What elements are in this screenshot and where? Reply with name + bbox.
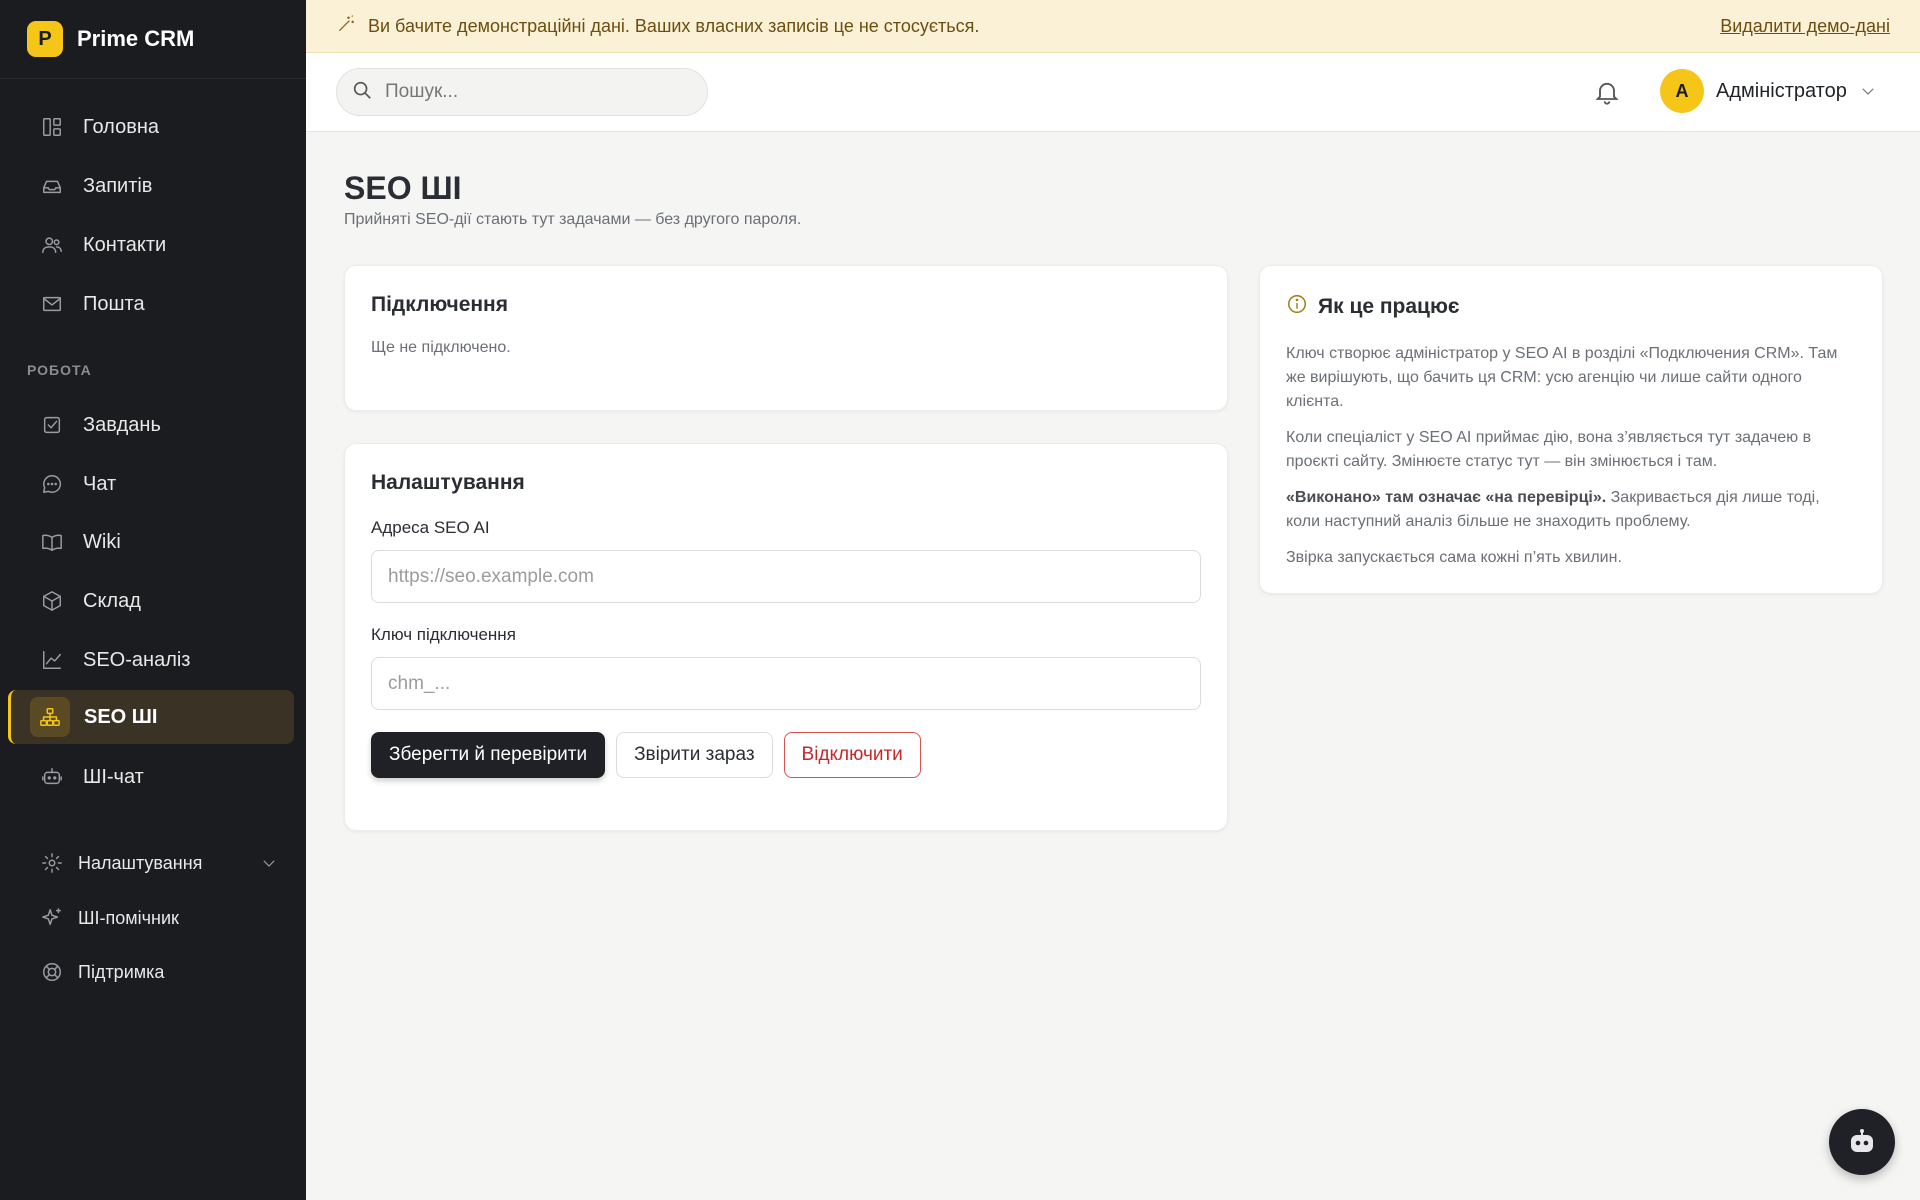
sidebar-item-label: Підтримка [78,961,165,982]
sidebar-item-ai-chat[interactable]: ШІ-чат [8,750,294,804]
sidebar-item-label: SEO ШІ [84,705,158,728]
sidebar-item-label: Wiki [83,530,121,553]
sidebar-item-warehouse[interactable]: Склад [8,574,294,628]
chevron-down-icon [260,854,278,872]
page-subtitle: Прийняті SEO-дії стають тут задачами — б… [344,211,802,228]
sidebar-item-label: Налаштування [78,852,203,873]
connection-status: Ще не підключено. [371,339,511,356]
sidebar-item-label: Пошта [83,292,145,315]
sidebar: P Prime CRM Головна Запитів Контакти Пош… [0,0,306,1200]
chat-icon [40,472,64,496]
done-means-review-text: «Виконано» там означає «на перевірці». [1286,489,1607,506]
notifications-bell-icon[interactable] [1593,78,1621,111]
disconnect-button[interactable]: Відключити [783,732,921,778]
sidebar-item-label: Завдань [83,413,161,436]
hierarchy-icon [30,697,70,737]
sidebar-item-wiki[interactable]: Wiki [8,515,294,569]
sidebar-item-seo-analysis[interactable]: SEO-аналіз [8,633,294,687]
assistant-bot-button[interactable] [1829,1109,1895,1175]
lifebuoy-icon [40,960,64,984]
sidebar-item-requests[interactable]: Запитів [8,159,294,213]
brand-logo: P [27,21,63,57]
save-and-check-button[interactable]: Зберегти й перевірити [371,732,606,778]
robot-icon [1851,1129,1873,1152]
settings-card-title: Налаштування [371,471,525,494]
users-icon [40,233,64,257]
sidebar-item-label: Головна [83,115,159,138]
robot-icon [40,765,64,789]
user-name: Адміністратор [1716,79,1847,102]
dashboard-icon [40,115,64,139]
sidebar-item-contacts[interactable]: Контакти [8,218,294,272]
sidebar-item-settings[interactable]: Налаштування [8,836,294,890]
how-it-works-paragraph: Ключ створює адміністратор у SEO AI в ро… [1286,345,1838,410]
sparkle-icon [40,906,64,930]
how-it-works-card: Як це працює Ключ створює адміністратор … [1259,265,1883,594]
sidebar-item-seo-ai[interactable]: SEO ШІ [8,690,294,744]
brand-name: Prime CRM [77,26,195,51]
sidebar-item-label: Контакти [83,233,167,256]
sidebar-item-label: ШІ-помічник [78,907,179,928]
top-header: A Адміністратор [306,53,1920,132]
chart-icon [40,648,64,672]
sidebar-item-label: ШІ-чат [83,765,144,788]
how-it-works-header: Як це працює [1286,293,1856,320]
gear-icon [40,851,64,875]
sidebar-item-chat[interactable]: Чат [8,457,294,511]
demo-banner-message: Ви бачите демонстраційні дані. Ваших вла… [368,15,980,36]
brand[interactable]: P Prime CRM [0,0,306,79]
connection-key-input[interactable] [371,657,1201,710]
how-it-works-paragraph: Звірка запускається сама кожні п’ять хви… [1286,549,1622,566]
how-it-works-paragraph: Коли спеціаліст у SEO AI приймає дію, во… [1286,429,1812,470]
checkbox-icon [40,413,64,437]
search-input[interactable] [385,81,685,103]
page-title: SEO ШІ [344,170,462,206]
sidebar-item-label: SEO-аналіз [83,648,191,671]
sidebar-item-ai-assistant[interactable]: ШІ-помічник [8,891,294,945]
sidebar-item-label: Запитів [83,174,153,197]
avatar: A [1660,69,1704,113]
connection-key-label: Ключ підключення [371,625,516,644]
user-menu[interactable]: A Адміністратор [1660,69,1877,113]
section-label-work: РОБОТА [27,362,92,378]
demo-banner: Ви бачите демонстраційні дані. Ваших вла… [306,0,1920,53]
sync-now-button[interactable]: Звірити зараз [616,732,773,778]
search-box[interactable] [336,68,708,116]
sidebar-item-mail[interactable]: Пошта [8,277,294,331]
connection-card-title: Підключення [371,293,508,316]
connection-card: Підключення Ще не підключено. [344,265,1228,411]
inbox-icon [40,174,64,198]
sidebar-item-support[interactable]: Підтримка [8,945,294,999]
chevron-down-icon [1847,78,1877,105]
seo-address-label: Адреса SEO AI [371,518,490,537]
sidebar-item-label: Чат [83,472,117,495]
seo-address-input[interactable] [371,550,1201,603]
settings-card: Налаштування Адреса SEO AI Ключ підключе… [344,443,1228,831]
how-it-works-title: Як це працює [1318,294,1460,318]
sidebar-item-home[interactable]: Головна [8,100,294,154]
mail-icon [40,292,64,316]
remove-demo-data-link[interactable]: Видалити демо-дані [1720,16,1890,37]
box-icon [40,589,64,613]
how-it-works-paragraph: «Виконано» там означає «на перевірці». З… [1286,486,1856,534]
sidebar-item-label: Склад [83,589,141,612]
magic-wand-icon [336,14,356,39]
search-icon [351,79,373,106]
settings-actions: Зберегти й перевірити Звірити зараз Відк… [371,732,1201,778]
info-icon [1286,293,1318,320]
book-icon [40,530,64,554]
sidebar-item-tasks[interactable]: Завдань [8,398,294,452]
